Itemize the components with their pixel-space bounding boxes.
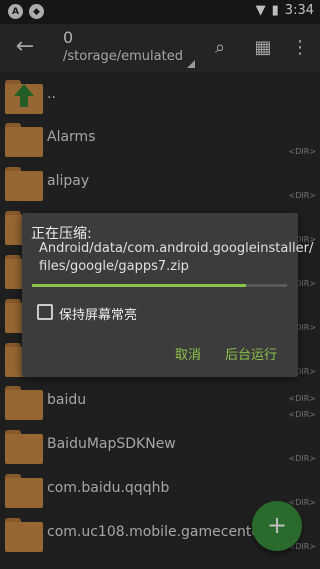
dialog-file-path: Android/data/com.android.googleinstaller…	[39, 240, 314, 276]
keep-screen-on-label[interactable]: 保持屏幕常亮	[59, 304, 137, 323]
compress-dialog: 正在压缩: Android/data/com.android.googleins…	[22, 213, 314, 377]
progress-fill	[32, 284, 247, 287]
file-path-line1: Android/data/com.android.googleinstaller…	[39, 241, 314, 256]
compress-progress-bar	[32, 284, 287, 287]
file-path-line2: files/google/gapps7.zip	[39, 259, 189, 274]
keep-screen-on-checkbox[interactable]	[37, 304, 53, 320]
cancel-button[interactable]: 取消	[175, 344, 201, 363]
run-in-background-button[interactable]: 后台运行	[225, 344, 277, 363]
